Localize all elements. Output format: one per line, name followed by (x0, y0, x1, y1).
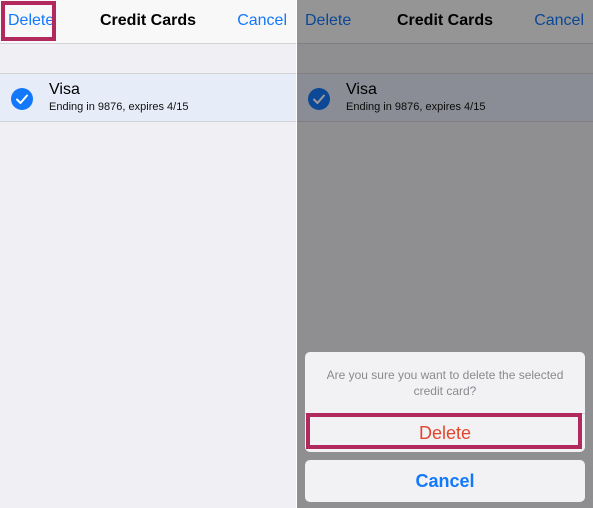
action-sheet-cancel-button[interactable]: Cancel (305, 460, 585, 502)
confirm-delete-highlight (306, 413, 582, 449)
checkmark-icon (11, 88, 33, 110)
delete-button-highlight (1, 1, 56, 41)
action-sheet-message: Are you sure you want to delete the sele… (326, 368, 564, 398)
cancel-nav-button[interactable]: Cancel (237, 12, 287, 30)
card-name: Visa (49, 81, 80, 98)
delete-confirmation-screen: Delete Credit Cards Cancel Visa Ending i… (297, 0, 593, 508)
card-detail: Ending in 9876, expires 4/15 (49, 101, 189, 113)
credit-cards-screen: Delete Credit Cards Cancel Visa Ending i… (0, 0, 296, 508)
credit-card-row[interactable]: Visa Ending in 9876, expires 4/15 (0, 73, 296, 122)
